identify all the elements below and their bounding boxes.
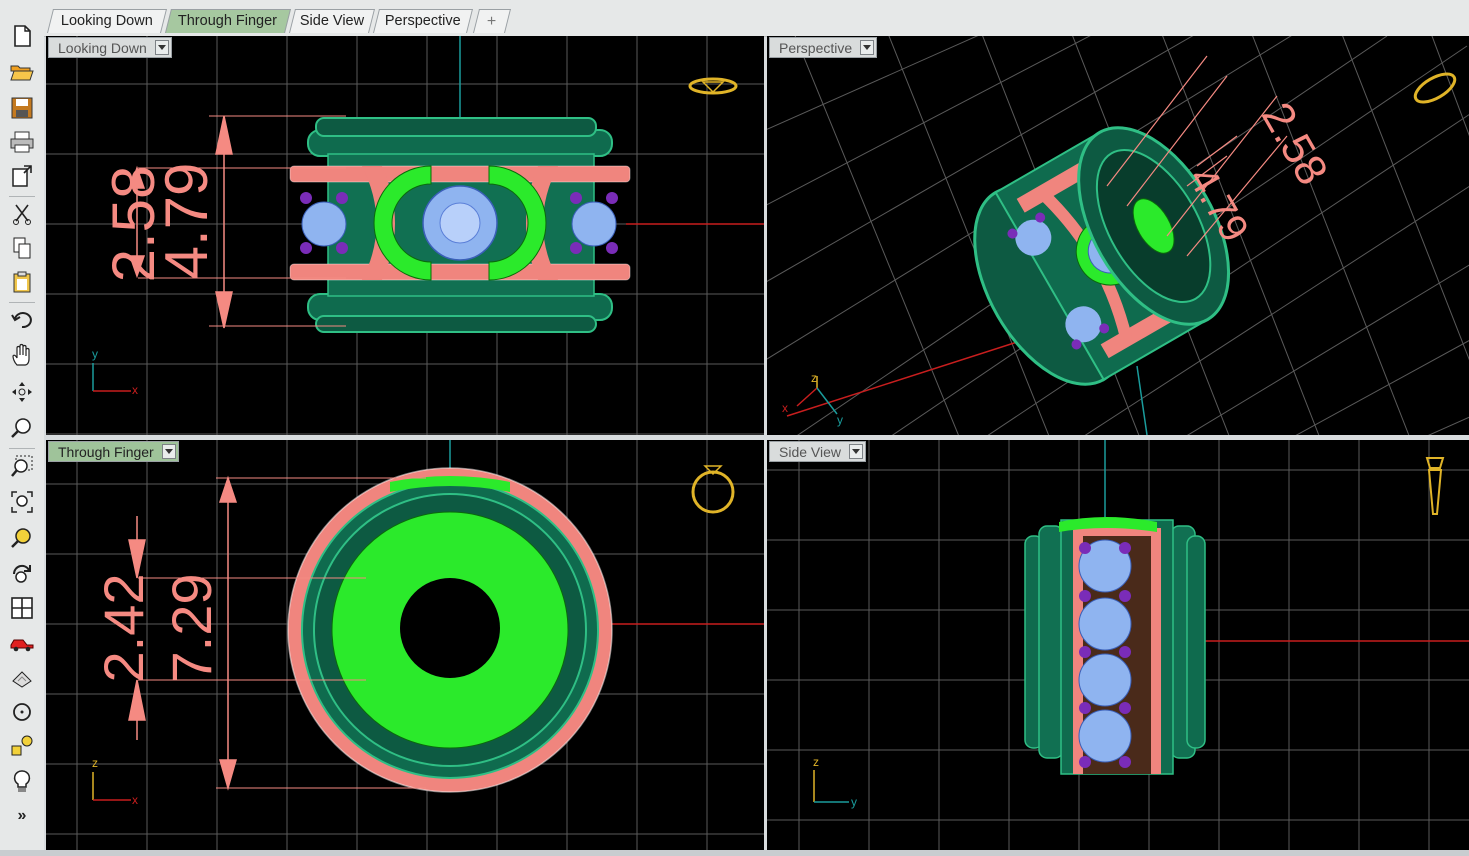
dimension-label: 4.79 [153,163,220,280]
add-tab-button[interactable]: + [473,9,511,33]
zoom-window-icon [11,455,33,477]
rotate-view-icon [12,382,32,402]
pan-hand-icon [12,343,30,366]
zoom-selected-icon [11,528,31,548]
looking-down-canvas: 2.58 4.79 y x [46,36,764,435]
viewport-label-perspective[interactable]: Perspective [769,37,878,58]
circle-button[interactable] [8,698,36,726]
circle-icon [13,703,31,721]
new-file-button[interactable] [8,22,36,50]
import-button[interactable] [8,162,36,190]
rotate-view-3d-icon [12,564,31,583]
viewport-through-finger[interactable]: 2.42 7.29 z x Through Finger [46,440,764,850]
gem-column [1078,539,1132,768]
tab-through-finger[interactable]: Through Finger [165,9,291,33]
rotate-3d-button[interactable] [8,560,36,588]
viewport-label-looking-down[interactable]: Looking Down [48,37,172,58]
finger-hole [400,578,500,678]
axis-indicator: z y [813,755,857,809]
lightbulb-icon [13,770,31,792]
zoom-extents-button[interactable] [8,488,36,516]
ring-view-icon [1413,72,1457,104]
cut-icon [13,204,31,225]
svg-text:x: x [782,401,788,415]
dimension-label: 2.58 [1252,94,1337,193]
car-button[interactable] [8,628,36,656]
copy-button[interactable] [8,234,36,262]
rotate-view-button[interactable] [8,378,36,406]
axis-indicator: y x [92,347,138,397]
tab-side-view[interactable]: Side View [289,9,375,33]
dimension-label: 2.42 [92,574,155,683]
svg-text:y: y [851,795,857,809]
four-viewports-button[interactable] [8,594,36,622]
left-toolbar: » [0,10,44,856]
new-file-icon [14,25,31,47]
plane-button[interactable] [8,664,36,692]
pan-button[interactable] [8,342,36,370]
svg-text:z: z [811,371,817,385]
dimension-label: 7.29 [160,574,223,683]
side-gems-left [300,192,348,254]
viewport-label-through-finger[interactable]: Through Finger [48,441,179,462]
chevron-down-icon[interactable] [161,444,176,459]
zoom-icon [11,418,31,438]
copy-icon [13,237,31,259]
perspective-canvas: 2.58 4.79 z x y [767,36,1469,435]
zoom-window-button[interactable] [8,452,36,480]
svg-text:x: x [132,383,138,397]
chevron-down-icon[interactable] [860,40,875,55]
zoom-selected-button[interactable] [8,524,36,552]
paste-button[interactable] [8,268,36,296]
save-button[interactable] [8,94,36,122]
print-button[interactable] [8,128,36,156]
undo-button[interactable] [8,306,36,334]
side-view-canvas: z y [767,440,1469,850]
svg-text:y: y [837,413,843,427]
ring-view-icon [688,77,738,95]
shapes-icon [11,735,33,756]
chevron-down-icon[interactable] [154,40,169,55]
zoom-button[interactable] [8,414,36,442]
light-button[interactable] [8,768,36,796]
chevron-down-icon[interactable] [849,444,864,459]
svg-text:y: y [92,347,98,361]
save-icon [11,97,33,119]
cut-button[interactable] [8,200,36,228]
plane-icon [12,671,32,688]
open-button[interactable] [8,58,36,86]
viewport-side-view[interactable]: z y Side View [767,440,1469,850]
plus-icon: + [487,13,497,30]
undo-icon [11,312,32,329]
four-viewports-icon [11,597,33,619]
car-icon [10,639,34,652]
open-folder-icon [10,65,34,81]
viewport-looking-down[interactable]: 2.58 4.79 y x Looking Down [46,36,764,435]
tab-looking-down[interactable]: Looking Down [47,9,167,33]
viewport-label-side-view[interactable]: Side View [769,441,867,462]
zoom-extents-icon [11,491,33,513]
tab-perspective[interactable]: Perspective [373,9,473,33]
print-icon [10,131,34,153]
svg-text:z: z [92,756,98,770]
import-icon [12,165,32,187]
axis-indicator: z x y [782,371,843,427]
viewport-perspective[interactable]: 2.58 4.79 z x y Perspective [767,36,1469,435]
status-bar [0,850,1469,856]
through-finger-canvas: 2.42 7.29 z x [46,440,764,850]
more-tools-button[interactable]: » [8,802,36,830]
paste-icon [13,271,31,293]
viewport-tab-bar: Looking Down Through Finger Side View Pe… [0,0,1469,37]
svg-text:z: z [813,755,819,769]
ring-view-icon [691,465,735,514]
svg-text:x: x [132,793,138,807]
shapes-button[interactable] [8,732,36,760]
